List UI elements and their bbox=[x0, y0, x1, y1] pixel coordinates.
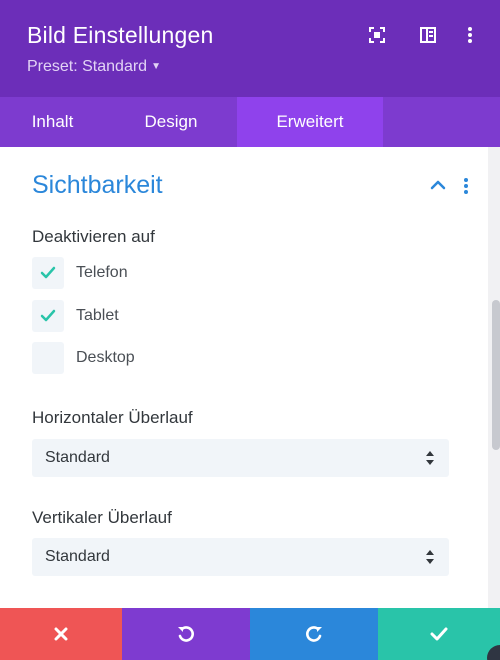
checkbox-tablet[interactable]: Tablet bbox=[32, 300, 119, 332]
overflow-y-select[interactable]: Standard bbox=[32, 538, 449, 576]
settings-tabs: Inhalt Design Erweitert bbox=[0, 97, 500, 147]
overflow-x-label: Horizontaler Überlauf bbox=[32, 408, 193, 427]
preset-label: Preset: Standard bbox=[27, 58, 148, 75]
settings-panel: Sichtbarkeit Deaktivieren auf Telefon Ta… bbox=[0, 147, 488, 608]
scrollbar-thumb[interactable] bbox=[492, 300, 500, 450]
select-value: Standard bbox=[45, 548, 110, 565]
section-menu-icon[interactable] bbox=[459, 177, 473, 195]
tab-erweitert[interactable]: Erweitert bbox=[237, 97, 383, 147]
checkbox-box[interactable] bbox=[32, 342, 64, 374]
redo-icon bbox=[306, 626, 322, 642]
close-icon bbox=[54, 627, 68, 641]
preset-selector[interactable]: Preset: Standard ▼ bbox=[27, 58, 161, 76]
section-title[interactable]: Sichtbarkeit bbox=[32, 171, 163, 200]
save-button[interactable] bbox=[378, 608, 500, 660]
cancel-button[interactable] bbox=[0, 608, 122, 660]
select-arrows-icon bbox=[426, 550, 434, 564]
tab-inhalt[interactable]: Inhalt bbox=[0, 97, 105, 147]
settings-header: Bild Einstellungen Preset: Standard ▼ bbox=[0, 0, 500, 97]
check-icon bbox=[40, 309, 56, 322]
caret-down-icon: ▼ bbox=[151, 61, 161, 72]
expand-icon[interactable] bbox=[366, 24, 388, 46]
check-icon bbox=[430, 627, 448, 641]
checkbox-label: Tablet bbox=[76, 307, 119, 324]
redo-button[interactable] bbox=[250, 608, 378, 660]
undo-button[interactable] bbox=[122, 608, 250, 660]
checkbox-label: Telefon bbox=[76, 264, 128, 281]
checkbox-box[interactable] bbox=[32, 257, 64, 289]
checkbox-label: Desktop bbox=[76, 349, 135, 366]
disable-on-label: Deaktivieren auf bbox=[32, 227, 155, 246]
check-icon bbox=[40, 266, 56, 279]
more-vertical-icon[interactable] bbox=[459, 24, 481, 46]
overflow-y-label: Vertikaler Überlauf bbox=[32, 508, 172, 527]
action-bar bbox=[0, 608, 500, 660]
undo-icon bbox=[178, 626, 194, 642]
checkbox-desktop[interactable]: Desktop bbox=[32, 342, 135, 374]
checkbox-box[interactable] bbox=[32, 300, 64, 332]
sidebar-layout-icon[interactable] bbox=[417, 24, 439, 46]
chevron-up-icon[interactable] bbox=[428, 177, 448, 193]
tab-design[interactable]: Design bbox=[105, 97, 237, 147]
overflow-x-select[interactable]: Standard bbox=[32, 439, 449, 477]
select-value: Standard bbox=[45, 449, 110, 466]
select-arrows-icon bbox=[426, 451, 434, 465]
modal-title: Bild Einstellungen bbox=[27, 22, 214, 48]
checkbox-telefon[interactable]: Telefon bbox=[32, 257, 128, 289]
